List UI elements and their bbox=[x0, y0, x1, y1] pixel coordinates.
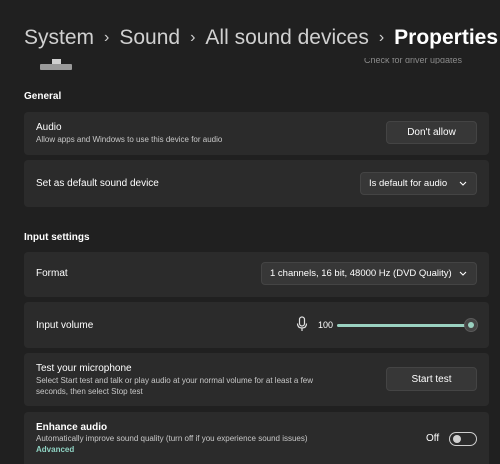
default-device-title: Set as default sound device bbox=[36, 178, 159, 189]
enhance-audio-title: Enhance audio bbox=[36, 422, 108, 433]
breadcrumb-all-sound-devices[interactable]: All sound devices bbox=[205, 26, 368, 50]
general-heading: General bbox=[24, 91, 62, 102]
chevron-down-icon bbox=[459, 271, 467, 276]
input-volume-title: Input volume bbox=[36, 320, 94, 331]
test-microphone-title: Test your microphone bbox=[36, 363, 132, 374]
input-volume-slider[interactable] bbox=[337, 324, 470, 327]
input-settings-heading: Input settings bbox=[24, 232, 90, 243]
microphone-icon[interactable] bbox=[296, 316, 308, 332]
enhance-audio-toggle[interactable] bbox=[449, 432, 477, 446]
driver-updates-text: Check for driver updates bbox=[364, 58, 463, 64]
start-test-button[interactable]: Start test bbox=[386, 367, 477, 391]
input-volume-card: Input volume 100 bbox=[24, 302, 489, 348]
audio-title: Audio bbox=[36, 122, 62, 133]
input-volume-slider-thumb[interactable] bbox=[464, 318, 478, 332]
breadcrumb-system[interactable]: System bbox=[24, 26, 94, 50]
breadcrumb: System › Sound › All sound devices › Pro… bbox=[24, 26, 498, 50]
test-microphone-description-line2: seconds, then select Stop test bbox=[36, 387, 143, 396]
enhance-audio-state: Off bbox=[426, 433, 440, 444]
breadcrumb-separator-icon: › bbox=[378, 29, 385, 46]
breadcrumb-separator-icon: › bbox=[190, 29, 196, 46]
test-microphone-card: Test your microphone Select Start test a… bbox=[24, 353, 489, 406]
format-dropdown[interactable]: 1 channels, 16 bit, 48000 Hz (DVD Qualit… bbox=[261, 262, 477, 285]
audio-card: Audio Allow apps and Windows to use this… bbox=[24, 112, 489, 155]
default-device-dropdown[interactable]: Is default for audio bbox=[360, 172, 477, 195]
chevron-down-icon bbox=[459, 181, 467, 186]
dont-allow-button[interactable]: Don't allow bbox=[386, 121, 477, 144]
enhance-audio-description: Automatically improve sound quality (tur… bbox=[36, 434, 308, 443]
breadcrumb-separator-icon: › bbox=[104, 29, 110, 46]
default-device-selected: Is default for audio bbox=[369, 178, 448, 189]
audio-description: Allow apps and Windows to use this devic… bbox=[36, 135, 223, 144]
device-icon bbox=[40, 59, 72, 70]
format-card: Format 1 channels, 16 bit, 48000 Hz (DVD… bbox=[24, 252, 489, 297]
format-selected: 1 channels, 16 bit, 48000 Hz (DVD Qualit… bbox=[270, 268, 452, 279]
breadcrumb-sound[interactable]: Sound bbox=[119, 26, 180, 50]
enhance-audio-card: Enhance audio Automatically improve soun… bbox=[24, 412, 489, 464]
advanced-link[interactable]: Advanced bbox=[36, 445, 74, 454]
format-title: Format bbox=[36, 268, 68, 279]
page-title: Properties bbox=[394, 26, 499, 49]
default-device-card: Set as default sound device Is default f… bbox=[24, 160, 489, 207]
input-volume-value: 100 bbox=[318, 320, 334, 330]
